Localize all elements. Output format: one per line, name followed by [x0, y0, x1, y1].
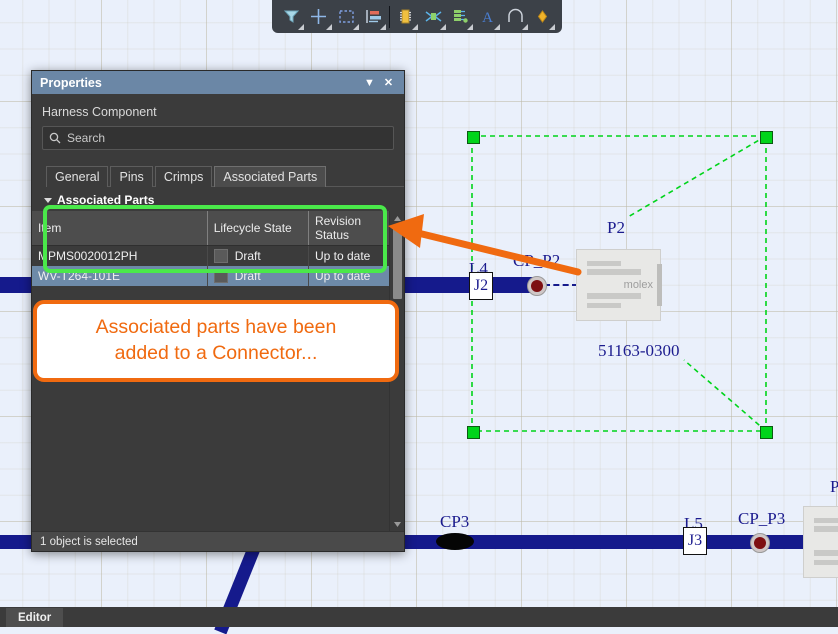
connection-point-cp-p2[interactable]: [527, 276, 547, 296]
search-container: Search: [32, 126, 404, 150]
annotation-callout: Associated parts have been added to a Co…: [33, 300, 399, 382]
connector-graphic-p3[interactable]: [803, 506, 838, 578]
associated-parts-table[interactable]: Item Lifecycle State Revision Status MPM…: [32, 211, 389, 286]
state-swatch: [214, 269, 228, 283]
node-icon[interactable]: [529, 3, 556, 31]
filter-icon[interactable]: [278, 3, 305, 31]
label-p2: P2: [607, 218, 625, 238]
cell-lifecycle-state-text: Draft: [235, 249, 261, 263]
caret-down-icon[interactable]: [44, 198, 52, 203]
table-header-row: Item Lifecycle State Revision Status: [32, 211, 389, 246]
bottom-bar[interactable]: Editor: [0, 607, 838, 627]
selection-handle-top-left[interactable]: [467, 131, 480, 144]
panel-title-text: Properties: [40, 76, 360, 90]
close-icon[interactable]: ✕: [379, 73, 398, 92]
tab-editor[interactable]: Editor: [6, 608, 63, 627]
connection-point-cp-p3[interactable]: [750, 533, 770, 553]
table-row[interactable]: MPMS0020012PH Draft Up to date: [32, 246, 389, 267]
cell-lifecycle-state: Draft: [207, 246, 308, 267]
panel-status-bar: 1 object is selected: [32, 531, 404, 551]
connector-chip-icon[interactable]: [392, 3, 419, 31]
label-box-j3[interactable]: J3: [683, 527, 707, 555]
cell-revision-status: Up to date: [308, 266, 389, 286]
svg-text:A: A: [482, 10, 493, 25]
search-input-value: Search: [67, 131, 105, 145]
label-cp-p3: CP_P3: [738, 509, 785, 529]
connector-graphic-p2[interactable]: molex: [576, 249, 661, 321]
toolbar-separator: [389, 6, 390, 28]
column-header-item[interactable]: Item: [32, 211, 207, 246]
scrollbar-thumb[interactable]: [393, 227, 402, 299]
chevron-down-icon[interactable]: ▼: [360, 73, 379, 92]
section-header-associated-parts[interactable]: Associated Parts: [32, 187, 404, 211]
cell-revision-status: Up to date: [308, 246, 389, 267]
wire-node-icon[interactable]: [447, 3, 474, 31]
connector-brand-label: molex: [624, 279, 653, 291]
label-part-number: 51163-0300: [598, 341, 680, 361]
label-cp-p2: CP_P2: [513, 251, 560, 271]
column-header-revision-status[interactable]: Revision Status: [308, 211, 389, 246]
align-icon[interactable]: [360, 3, 387, 31]
callout-line-1: Associated parts have been: [96, 315, 337, 341]
top-toolbar[interactable]: A: [272, 0, 562, 33]
splice-icon[interactable]: [419, 3, 446, 31]
selection-handle-top-right[interactable]: [760, 131, 773, 144]
panel-subtitle: Harness Component: [32, 94, 404, 126]
search-input[interactable]: Search: [42, 126, 394, 150]
arc-icon[interactable]: [501, 3, 528, 31]
scroll-down-arrow-icon[interactable]: [393, 517, 402, 531]
table-row[interactable]: WV-T264-101E Draft Up to date: [32, 266, 389, 286]
move-crosshair-icon[interactable]: [305, 3, 332, 31]
label-box-j2[interactable]: J2: [469, 272, 493, 300]
state-swatch: [214, 249, 228, 263]
selection-handle-bottom-left[interactable]: [467, 426, 480, 439]
cell-lifecycle-state-text: Draft: [235, 269, 261, 283]
marquee-select-icon[interactable]: [333, 3, 360, 31]
label-cp3: CP3: [440, 512, 469, 532]
cell-item: WV-T264-101E: [32, 266, 207, 286]
cell-lifecycle-state: Draft: [207, 266, 308, 286]
panel-tabs[interactable]: General Pins Crimps Associated Parts: [46, 165, 404, 187]
tab-associated-parts[interactable]: Associated Parts: [214, 166, 326, 187]
tab-pins[interactable]: Pins: [110, 166, 152, 187]
callout-line-2: added to a Connector...: [96, 341, 337, 367]
scroll-up-arrow-icon[interactable]: [393, 211, 402, 225]
splice-cp3[interactable]: [436, 533, 474, 550]
search-icon: [49, 132, 61, 144]
text-icon[interactable]: A: [474, 3, 501, 31]
label-p4-partial: P: [830, 477, 838, 497]
section-header-label: Associated Parts: [57, 193, 154, 207]
cell-item: MPMS0020012PH: [32, 246, 207, 267]
panel-title-bar[interactable]: Properties ▼ ✕: [32, 71, 404, 94]
tab-general[interactable]: General: [46, 166, 108, 187]
selection-handle-bottom-right[interactable]: [760, 426, 773, 439]
column-header-lifecycle-state[interactable]: Lifecycle State: [207, 211, 308, 246]
tab-crimps[interactable]: Crimps: [155, 166, 213, 187]
